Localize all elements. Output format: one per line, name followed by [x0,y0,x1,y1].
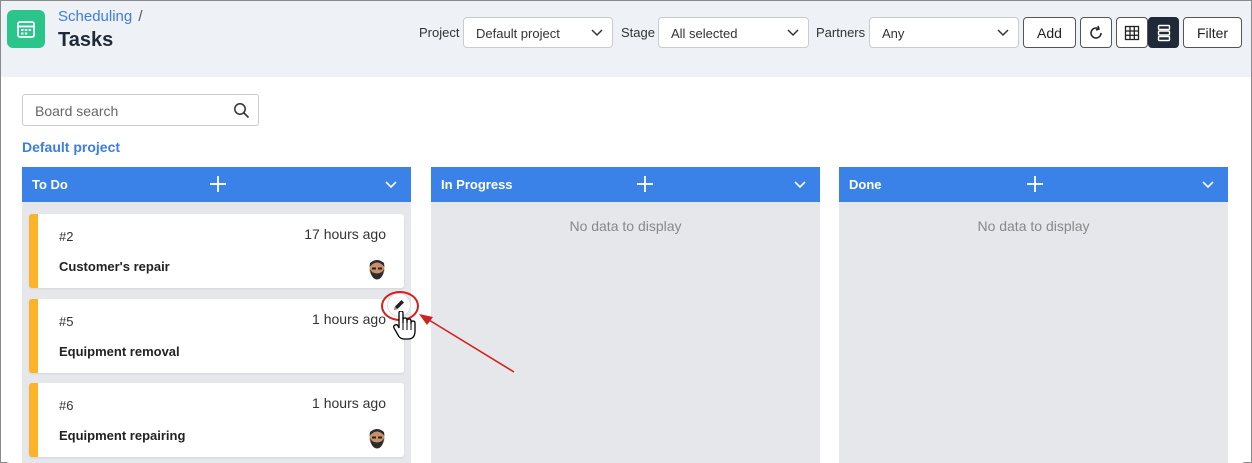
task-time: 17 hours ago [304,226,386,242]
breadcrumb-link-scheduling[interactable]: Scheduling [58,8,132,25]
search-icon[interactable] [233,102,250,119]
task-title: Equipment repairing [59,428,186,443]
project-filter-label: Project [419,25,460,40]
task-time: 1 hours ago [312,311,386,327]
column-title: Done [849,177,882,192]
partners-select[interactable]: Any [869,17,1019,48]
column-header: Done [839,167,1228,202]
avatar [369,429,385,449]
column-in-progress: In Progress No data to display [431,167,820,463]
task-card[interactable]: #2 17 hours ago Customer's repair [29,214,404,288]
task-title: Equipment removal [59,344,180,359]
plus-icon[interactable] [209,175,227,193]
board-search[interactable] [22,94,259,126]
column-to-do: To Do #2 17 hours ago Customer's repair … [22,167,411,463]
refresh-button[interactable] [1080,17,1112,48]
breadcrumb-separator: / [138,8,143,25]
page-header: Scheduling / Tasks Project Default proje… [1,1,1251,77]
column-done: Done No data to display [839,167,1228,463]
chevron-down-icon[interactable] [385,179,397,191]
list-view-button[interactable] [1148,17,1179,48]
chevron-down-icon [787,29,799,37]
column-header: To Do [22,167,411,202]
stage-select[interactable]: All selected [658,17,809,48]
grid-view-icon [1124,25,1140,40]
task-number: #2 [59,229,74,244]
chevron-down-icon[interactable] [1202,179,1214,191]
task-number: #6 [59,398,74,413]
list-view-icon [1157,24,1170,41]
task-card[interactable]: #5 1 hours ago Equipment removal [29,299,404,373]
search-input[interactable] [35,103,225,119]
column-title: To Do [32,177,68,192]
empty-state-text: No data to display [569,218,682,234]
empty-state-text: No data to display [977,218,1090,234]
breadcrumb: Scheduling / [58,8,143,25]
chevron-down-icon[interactable] [794,179,806,191]
partners-select-value: Any [882,26,905,41]
project-select[interactable]: Default project [463,17,613,48]
avatar [369,260,385,280]
column-title: In Progress [441,177,513,192]
refresh-icon [1090,25,1102,39]
add-button[interactable]: Add [1023,17,1076,48]
grid-view-button[interactable] [1116,17,1148,48]
calendar-icon[interactable] [7,10,45,48]
plus-icon[interactable] [636,175,654,193]
project-name-link[interactable]: Default project [22,139,120,155]
stage-select-value: All selected [671,26,738,41]
column-header: In Progress [431,167,820,202]
chevron-down-icon [997,29,1009,37]
filter-button[interactable]: Filter [1183,17,1242,48]
page-title: Tasks [58,29,114,51]
hand-cursor-icon [393,311,416,340]
task-title: Customer's repair [59,259,170,274]
project-select-value: Default project [476,26,560,41]
chevron-down-icon [591,29,603,37]
partners-filter-label: Partners [816,25,866,40]
task-card[interactable]: #6 1 hours ago Equipment repairing [29,383,404,457]
stage-filter-label: Stage [621,25,655,40]
task-time: 1 hours ago [312,395,386,411]
plus-icon[interactable] [1026,175,1044,193]
task-number: #5 [59,314,74,329]
